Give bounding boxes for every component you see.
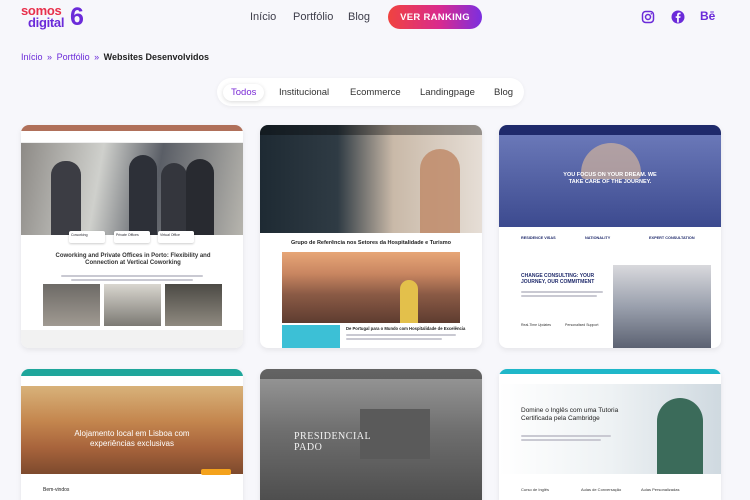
- course-conversacao: Aulas de Conversação: [581, 487, 622, 492]
- text-line: [521, 439, 601, 441]
- site-nav: [499, 374, 721, 384]
- hero-photo: [260, 125, 482, 233]
- portfolio-card-consulting[interactable]: YOU FOCUS ON YOUR DREAM. WE TAKE CARE OF…: [499, 125, 721, 348]
- site-heading: Alojamento local em Lisboa com experiênc…: [74, 429, 190, 448]
- text-line: [521, 291, 603, 293]
- text-line: [346, 334, 456, 336]
- thumb-private-offices: [104, 284, 161, 326]
- hero-area: [499, 384, 721, 474]
- tab-blog[interactable]: Blog: [494, 84, 513, 101]
- hero-photo: [21, 143, 243, 235]
- portfolio-card-coworking[interactable]: Coworking Private Offices Virtual Office…: [21, 125, 243, 348]
- person-silhouette: [161, 163, 187, 235]
- person-silhouette: [420, 149, 460, 233]
- site-heading: Domine o Inglês com uma Tutoria Certific…: [521, 407, 619, 422]
- thumb-virtual-office: [165, 284, 222, 326]
- portfolio-card-hospitality[interactable]: Grupo de Referência nos Setores da Hospi…: [260, 125, 482, 348]
- person-silhouette: [129, 155, 157, 235]
- tab-institucional[interactable]: Institucional: [279, 84, 329, 101]
- ver-ranking-button[interactable]: VER RANKING: [388, 5, 482, 29]
- feature-real-time-updates: Real-Time Updates: [521, 323, 552, 327]
- breadcrumb-home[interactable]: Início: [21, 52, 43, 62]
- hero-text: YOU FOCUS ON YOUR DREAM. WE TAKE CARE OF…: [563, 172, 657, 185]
- nav-inicio[interactable]: Início: [250, 11, 276, 23]
- site-header: somos digital 6 Início Portfólio Blog VE…: [0, 0, 750, 36]
- site-heading: Grupo de Referência nos Setores da Hospi…: [290, 240, 452, 246]
- instagram-icon[interactable]: [641, 10, 655, 24]
- site-heading: PRESIDENCIAL PADO: [294, 431, 371, 453]
- portfolio-filter-tabs: Todos Institucional Ecommerce Landingpag…: [217, 78, 524, 106]
- text-line: [521, 435, 611, 437]
- service-expert-consultation: EXPERT CONSULTATION: [649, 236, 695, 240]
- breadcrumb-separator: »: [47, 52, 53, 62]
- feature-personalised-support: Personalised Support: [565, 323, 599, 327]
- tab-ecommerce[interactable]: Ecommerce: [350, 84, 401, 101]
- service-residence-visas: RESIDENCE VISAS: [521, 236, 556, 240]
- site-footer-strip: [21, 330, 243, 348]
- accent-block: [282, 325, 340, 348]
- portfolio-card-english[interactable]: Domine o Inglês com uma Tutoria Certific…: [499, 369, 721, 500]
- person-silhouette: [51, 161, 81, 235]
- portfolio-card-alojamento[interactable]: Alojamento local em Lisboa com experiênc…: [21, 369, 243, 500]
- site-nav: [260, 369, 482, 379]
- nav-blog[interactable]: Blog: [348, 11, 370, 23]
- portfolio-card-presidencial[interactable]: PRESIDENCIAL PADO: [260, 369, 482, 500]
- family-photo: [613, 265, 711, 348]
- site-nav: [499, 125, 721, 135]
- course-ingles: Curso de Inglês: [521, 487, 550, 492]
- text-line: [346, 338, 442, 340]
- text-line: [61, 275, 203, 277]
- site-nav: [21, 131, 243, 143]
- service-nationality: NATIONALITY: [585, 236, 611, 240]
- nav-portfolio[interactable]: Portfólio: [293, 11, 333, 23]
- person-silhouette: [400, 280, 418, 323]
- behance-icon[interactable]: Bē: [700, 9, 718, 23]
- logo-word-digital: digital: [28, 15, 65, 30]
- person-silhouette: [186, 159, 214, 235]
- hero-tag-virtual-office: Virtual Office: [158, 231, 194, 243]
- text-line: [71, 279, 193, 281]
- text-line: [521, 295, 597, 297]
- logo-mark: 6: [70, 3, 84, 31]
- tab-landingpage[interactable]: Landingpage: [420, 84, 475, 101]
- hero-tag-private-offices: Private Offices: [114, 231, 150, 243]
- logo[interactable]: somos digital 6: [21, 4, 91, 32]
- breadcrumb: Início » Portfólio » Websites Desenvolvi…: [21, 52, 209, 62]
- site-heading: CHANGE CONSULTING: YOUR JOURNEY, OUR COM…: [521, 273, 595, 285]
- welcome-heading: Bem-vindos: [43, 487, 70, 493]
- site-topbar: [21, 369, 243, 376]
- city-photo: [282, 252, 460, 323]
- site-heading: Coworking and Private Offices in Porto: …: [55, 253, 211, 266]
- course-personalizadas: Aulas Personalizadas: [641, 487, 680, 492]
- site-nav: [21, 376, 243, 386]
- breadcrumb-portfolio[interactable]: Portfólio: [57, 52, 90, 62]
- tutor-photo: [657, 398, 703, 474]
- facebook-icon[interactable]: [671, 10, 685, 24]
- breadcrumb-current: Websites Desenvolvidos: [103, 52, 210, 62]
- hero-tag-coworking: Coworking: [69, 231, 105, 243]
- breadcrumb-separator: »: [94, 52, 100, 62]
- thumb-coworking: [43, 284, 100, 326]
- site-subheading: De Portugal para o Mundo com Hospitalida…: [346, 326, 466, 331]
- tab-todos[interactable]: Todos: [223, 84, 265, 101]
- book-button: [201, 469, 231, 475]
- site-nav: [260, 125, 482, 135]
